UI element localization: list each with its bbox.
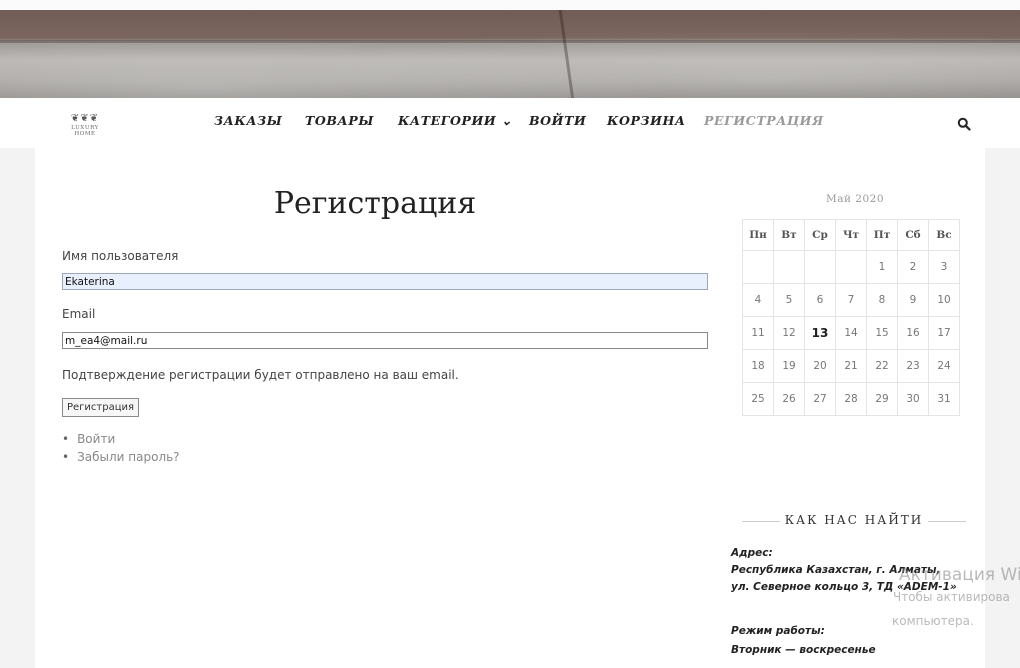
activation-watermark-text: Чтобы активирова	[893, 590, 1010, 604]
auth-links: Войти Забыли пароль?	[62, 430, 180, 466]
address-label: Адрес:	[731, 547, 773, 559]
calendar-day[interactable]: 16	[897, 316, 929, 350]
calendar-week-row: 25 26 27 28 29 30 31	[742, 382, 960, 416]
nav-item-registration[interactable]: РЕГИСТРАЦИЯ	[704, 113, 824, 128]
calendar-day[interactable]: 20	[804, 349, 836, 383]
calendar-empty-cell	[835, 250, 867, 284]
calendar-day[interactable]: 21	[835, 349, 867, 383]
calendar-day[interactable]: 13	[804, 316, 836, 350]
calendar-day[interactable]: 19	[773, 349, 805, 383]
hours-label: Режим работы:	[731, 625, 825, 637]
calendar-day[interactable]: 28	[835, 382, 867, 416]
weekday-header: Вт	[773, 219, 805, 251]
calendar-day[interactable]: 4	[742, 283, 774, 317]
hero-top-margin	[0, 0, 1020, 10]
calendar-week-row: 18 19 20 21 22 23 24	[742, 349, 960, 383]
hero-banner-image	[0, 0, 1020, 98]
find-us-heading: КАК НАС НАЙТИ	[742, 513, 966, 527]
search-icon[interactable]	[957, 117, 971, 131]
weekday-header: Пт	[866, 219, 898, 251]
calendar-day[interactable]: 7	[835, 283, 867, 317]
calendar-week-row: 4 5 6 7 8 9 10	[742, 283, 960, 317]
logo-text: LUXURY HOME	[71, 125, 99, 137]
sofa-seam	[0, 40, 1020, 43]
confirmation-note: Подтверждение регистрации будет отправле…	[62, 368, 459, 382]
list-item: Забыли пароль?	[62, 448, 179, 466]
calendar-day[interactable]: 14	[835, 316, 867, 350]
weekday-header: Чт	[835, 219, 867, 251]
calendar-caption: Май 2020	[825, 193, 885, 205]
calendar-week-row: 11 12 13 14 15 16 17	[742, 316, 960, 350]
activation-watermark-text-2: компьютера.	[892, 614, 974, 628]
hours-line-1: Вторник — воскресенье	[731, 644, 876, 656]
weekday-header: Пн	[742, 219, 774, 251]
username-input[interactable]	[62, 273, 708, 290]
list-item: Войти	[62, 430, 180, 448]
nav-item-products[interactable]: ТОВАРЫ	[305, 113, 374, 128]
calendar-day[interactable]: 3	[928, 250, 960, 284]
weekday-header: Ср	[804, 219, 836, 251]
calendar-day[interactable]: 5	[773, 283, 805, 317]
calendar-day[interactable]: 29	[866, 382, 898, 416]
calendar-day[interactable]: 25	[742, 382, 774, 416]
logo-mark-icon: ❦❦❦	[70, 113, 100, 124]
calendar-days: 1 2 3 4 5 6 7 8 9 10 11 12 13 14 15 16 17 18 19 20 21 22 23 24 2…	[742, 250, 960, 416]
nav-item-login[interactable]: ВОЙТИ	[529, 113, 586, 128]
calendar-day[interactable]: 23	[897, 349, 929, 383]
email-label: Email	[62, 307, 96, 321]
calendar-day[interactable]: 1	[866, 250, 898, 284]
calendar-empty-cell	[742, 250, 774, 284]
login-link[interactable]: Войти	[77, 432, 115, 446]
calendar-widget: Пн Вт Ср Чт Пт Сб Вс 1 2 3 4 5 6 7 8 9 10 11 12 13 14…	[742, 219, 960, 416]
calendar-weekday-row: Пн Вт Ср Чт Пт Сб Вс	[742, 219, 960, 251]
sofa-crease	[558, 10, 575, 98]
nav-item-orders[interactable]: ЗАКАЗЫ	[214, 113, 282, 128]
calendar-day[interactable]: 18	[742, 349, 774, 383]
email-input[interactable]	[62, 332, 708, 349]
calendar-day[interactable]: 22	[866, 349, 898, 383]
nav-item-cart[interactable]: КОРЗИНА	[607, 113, 686, 128]
calendar-day[interactable]: 17	[928, 316, 960, 350]
username-label: Имя пользователя	[62, 249, 179, 263]
calendar-day[interactable]: 31	[928, 382, 960, 416]
calendar-day[interactable]: 15	[866, 316, 898, 350]
register-button[interactable]: Регистрация	[62, 398, 140, 417]
calendar-week-row: 123	[742, 250, 960, 284]
nav-item-categories[interactable]: КАТЕГОРИИ ⌄	[398, 113, 512, 128]
weekday-header: Сб	[897, 219, 929, 251]
calendar-empty-cell	[804, 250, 836, 284]
calendar-day[interactable]: 12	[773, 316, 805, 350]
calendar-day[interactable]: 30	[897, 382, 929, 416]
calendar-day[interactable]: 2	[897, 250, 929, 284]
activation-watermark-title: Активация Wi	[899, 565, 1020, 585]
calendar-day[interactable]: 26	[773, 382, 805, 416]
weekday-header: Вс	[928, 219, 960, 251]
calendar-day[interactable]: 8	[866, 283, 898, 317]
site-logo[interactable]: ❦❦❦ LUXURY HOME	[60, 113, 110, 137]
calendar-empty-cell	[773, 250, 805, 284]
calendar-day[interactable]: 24	[928, 349, 960, 383]
calendar-day[interactable]: 27	[804, 382, 836, 416]
forgot-password-link[interactable]: Забыли пароль?	[77, 450, 179, 464]
calendar-day[interactable]: 10	[928, 283, 960, 317]
calendar-day[interactable]: 11	[742, 316, 774, 350]
calendar-day[interactable]: 9	[897, 283, 929, 317]
page-title: Регистрация	[273, 186, 477, 221]
calendar-day[interactable]: 6	[804, 283, 836, 317]
